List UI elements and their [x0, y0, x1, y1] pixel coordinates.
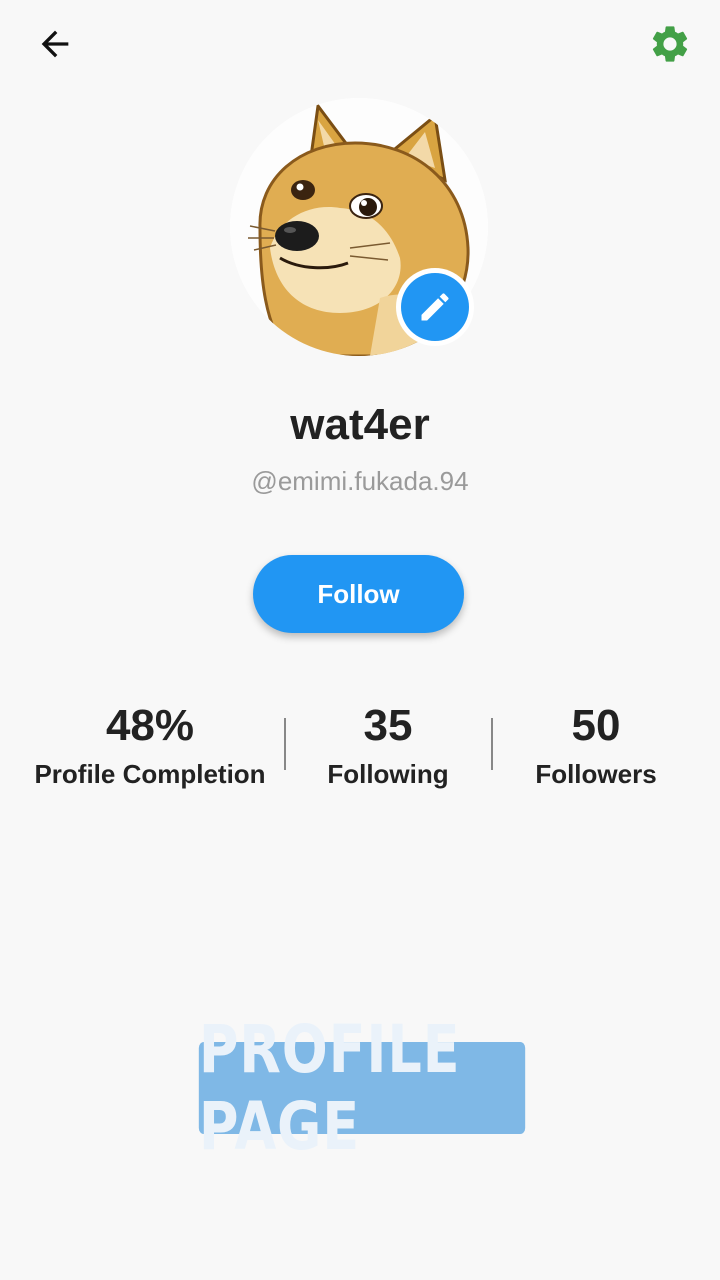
stat-value: 35: [363, 701, 413, 750]
follow-button[interactable]: Follow: [253, 555, 464, 633]
stat-value: 48%: [105, 701, 195, 750]
avatar-container: [230, 98, 488, 356]
arrow-left-icon: [41, 30, 69, 58]
stat-followers[interactable]: 50 Followers: [500, 700, 692, 794]
top-bar: [0, 0, 720, 90]
stat-label: Followers: [535, 759, 657, 789]
profile-page-overlay-label: PROFILE PAGE: [198, 1011, 526, 1165]
stat-label: Following: [327, 759, 449, 789]
stat-divider: [284, 718, 286, 770]
edit-avatar-button[interactable]: [396, 268, 474, 346]
settings-button[interactable]: [646, 20, 694, 68]
stat-value: 50: [571, 701, 621, 750]
profile-name: wat4er: [290, 400, 430, 449]
edit-avatar-circle: [401, 273, 469, 341]
gear-icon: [652, 26, 688, 62]
profile-handle: @emimi.fukada.94: [251, 466, 469, 496]
stat-following[interactable]: 35 Following: [290, 700, 486, 794]
pencil-icon: [421, 293, 449, 321]
stat-divider: [491, 718, 493, 770]
back-button[interactable]: [30, 22, 80, 66]
stat-label: Profile Completion: [34, 759, 266, 789]
stat-profile-completion: 48% Profile Completion: [20, 700, 280, 794]
